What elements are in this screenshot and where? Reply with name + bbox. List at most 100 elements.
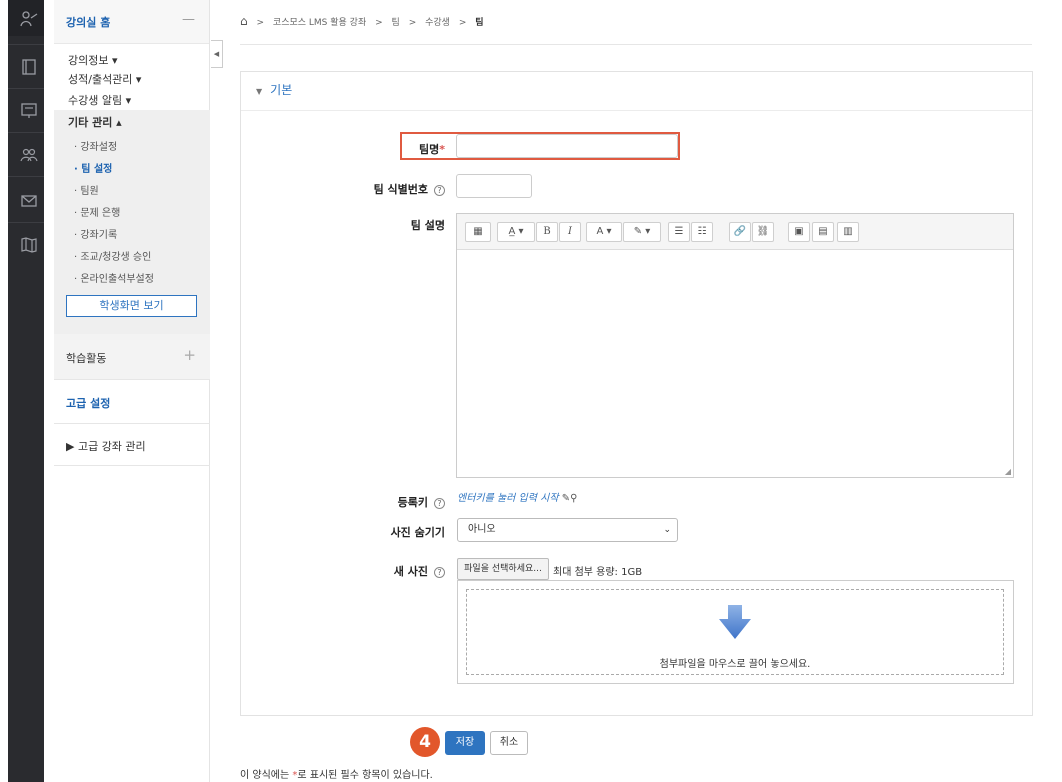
rail-edge <box>0 0 8 782</box>
activities-label: 학습활동 <box>66 352 107 365</box>
help-icon[interactable]: ? <box>434 566 445 578</box>
breadcrumb-team[interactable]: 팀 <box>392 18 400 28</box>
submenu-team-settings[interactable]: · 팀 설정 <box>74 160 112 175</box>
presentation-icon[interactable] <box>20 102 38 120</box>
teacher-icon[interactable] <box>20 10 38 28</box>
save-button[interactable]: 저장 <box>445 731 485 755</box>
breadcrumb-students[interactable]: 수강생 <box>425 18 450 28</box>
required-mark: * <box>439 143 445 156</box>
breadcrumb-course[interactable]: 코스모스 LMS 활용 강좌 <box>273 18 366 28</box>
cancel-button[interactable]: 취소 <box>490 731 528 755</box>
student-view-button[interactable]: 학생화면 보기 <box>66 295 197 317</box>
max-size-info: 최대 첨부 용량: 1GB <box>553 567 643 578</box>
breadcrumb-divider <box>240 44 1032 45</box>
team-id-label: 팀 식별번호? <box>305 181 445 197</box>
fieldset-legend[interactable]: ▼ 기본 <box>256 81 292 98</box>
file-manager-icon[interactable]: ▥ <box>837 222 859 242</box>
home-icon[interactable]: ⌂ <box>240 14 248 28</box>
breadcrumb-separator: > <box>375 18 383 28</box>
collapse-menu-button[interactable]: — <box>182 12 195 27</box>
rail-divider <box>8 222 44 223</box>
advanced-section: 고급 설정 <box>54 380 210 424</box>
editor-toolbar: ▦ A̲ ▾ B I A ▾ ✎ ▾ ☰ ☷ 🔗 ⛓ ▣ ▤ ▥ <box>457 214 1013 250</box>
step-badge: 4 <box>410 727 440 757</box>
enrol-key-label: 등록키? <box>305 494 445 510</box>
download-arrow-icon <box>719 605 751 639</box>
menu-item-notices[interactable]: 수강생 알림 ▾ <box>68 92 131 108</box>
enrol-key-label-text: 등록키 <box>397 496 428 509</box>
editor-content-area[interactable] <box>457 251 1013 477</box>
hide-photo-select[interactable]: 아니오 ⌄ <box>457 518 678 542</box>
font-style-icon[interactable]: A̲ ▾ <box>497 222 535 242</box>
toolbar-toggle-icon[interactable]: ▦ <box>465 222 491 242</box>
new-photo-label: 새 사진? <box>305 563 445 579</box>
rail-divider <box>8 88 44 89</box>
team-name-label-text: 팀명 <box>418 143 440 156</box>
menu-header: 강의실 홈 — <box>54 0 209 44</box>
advanced-settings-link[interactable]: 고급 설정 <box>66 395 110 411</box>
italic-icon[interactable]: I <box>559 222 581 242</box>
activities-section[interactable]: 학습활동 + <box>54 334 210 380</box>
team-desc-label: 팀 설명 <box>410 219 445 232</box>
legend-text: 기본 <box>270 83 293 97</box>
hide-photo-label: 사진 숨기기 <box>390 526 445 539</box>
search-icon[interactable]: ⚲ <box>570 493 577 504</box>
link-icon[interactable]: 🔗 <box>729 222 751 242</box>
note-prefix: 이 양식에는 <box>240 770 293 781</box>
rail-divider <box>8 132 44 133</box>
breadcrumb-separator: > <box>256 18 265 28</box>
submenu-course-settings[interactable]: · 강좌설정 <box>74 138 117 153</box>
submenu-attendance-settings[interactable]: · 온라인출석부설정 <box>74 270 154 285</box>
icon-rail <box>0 0 44 782</box>
book-icon[interactable] <box>20 58 38 76</box>
mail-icon[interactable] <box>20 192 38 210</box>
enrol-key-edit[interactable]: 엔터키를 눌러 입력 시작 ✎⚲ <box>457 489 577 504</box>
choose-file-button[interactable]: 파일을 선택하세요... <box>457 558 549 580</box>
expand-plus-icon[interactable]: + <box>183 346 196 364</box>
drop-hint-text: 첨부파일을 마우스로 끌어 놓으세요. <box>659 659 811 670</box>
menu-item-course-info[interactable]: 강의정보 ▾ <box>68 52 118 68</box>
advanced-course-mgmt-link[interactable]: ▶ 고급 강좌 관리 <box>66 438 146 454</box>
menu-item-other-mgmt[interactable]: 기타 관리 ▴ <box>68 114 122 130</box>
help-icon[interactable]: ? <box>434 497 445 509</box>
enrol-key-link[interactable]: 엔터키를 눌러 입력 시작 <box>457 493 559 504</box>
sidebar-toggle-button[interactable]: ◀ <box>211 40 223 68</box>
submenu-team-members[interactable]: · 팀원 <box>74 182 99 197</box>
chevron-down-icon: ⌄ <box>663 525 671 535</box>
team-id-label-text: 팀 식별번호 <box>373 183 428 196</box>
bullet-list-icon[interactable]: ☰ <box>668 222 690 242</box>
font-color-icon[interactable]: A ▾ <box>586 222 622 242</box>
media-icon[interactable]: ▤ <box>812 222 834 242</box>
team-name-input[interactable] <box>456 134 678 158</box>
course-menu: 강의실 홈 — 강의정보 ▾ 성적/출석관리 ▾ 수강생 알림 ▾ 기타 관리 … <box>54 0 210 782</box>
breadcrumb: ⌂ > 코스모스 LMS 활용 강좌 > 팀 > 수강생 > 팀 <box>240 14 490 28</box>
submenu-ta-approval[interactable]: · 조교/청강생 승인 <box>74 248 151 263</box>
menu-item-grades[interactable]: 성적/출석관리 ▾ <box>68 71 141 87</box>
required-fields-note: 이 양식에는 *로 표시된 필수 항목이 있습니다. <box>240 766 433 781</box>
submenu-question-bank[interactable]: · 문제 은행 <box>74 204 120 219</box>
team-name-label: 팀명* <box>305 141 445 157</box>
rail-divider <box>8 44 44 45</box>
note-suffix: 로 표시된 필수 항목이 있습니다. <box>297 770 433 781</box>
people-icon[interactable] <box>20 146 38 164</box>
new-photo-label-text: 새 사진 <box>393 565 428 578</box>
team-desc-editor: ▦ A̲ ▾ B I A ▾ ✎ ▾ ☰ ☷ 🔗 ⛓ ▣ ▤ ▥ ◢ <box>456 213 1014 478</box>
resize-handle-icon[interactable]: ◢ <box>1005 467 1011 476</box>
breadcrumb-current: 팀 <box>475 18 484 28</box>
image-icon[interactable]: ▣ <box>788 222 810 242</box>
help-icon[interactable]: ? <box>434 184 445 196</box>
collapse-triangle-icon: ▼ <box>256 87 263 96</box>
numbered-list-icon[interactable]: ☷ <box>691 222 713 242</box>
advanced-mgmt-section: ▶ 고급 강좌 관리 <box>54 424 210 466</box>
legend-divider <box>241 110 1032 111</box>
team-id-input[interactable] <box>456 174 532 198</box>
bold-icon[interactable]: B <box>536 222 558 242</box>
breadcrumb-separator: > <box>458 18 467 28</box>
submenu-course-log[interactable]: · 강좌기록 <box>74 226 117 241</box>
highlight-color-icon[interactable]: ✎ ▾ <box>623 222 661 242</box>
unlink-icon[interactable]: ⛓ <box>752 222 774 242</box>
pencil-icon[interactable]: ✎ <box>562 493 570 504</box>
map-icon[interactable] <box>20 236 38 254</box>
breadcrumb-separator: > <box>408 18 417 28</box>
course-home-link[interactable]: 강의실 홈 <box>66 14 110 30</box>
